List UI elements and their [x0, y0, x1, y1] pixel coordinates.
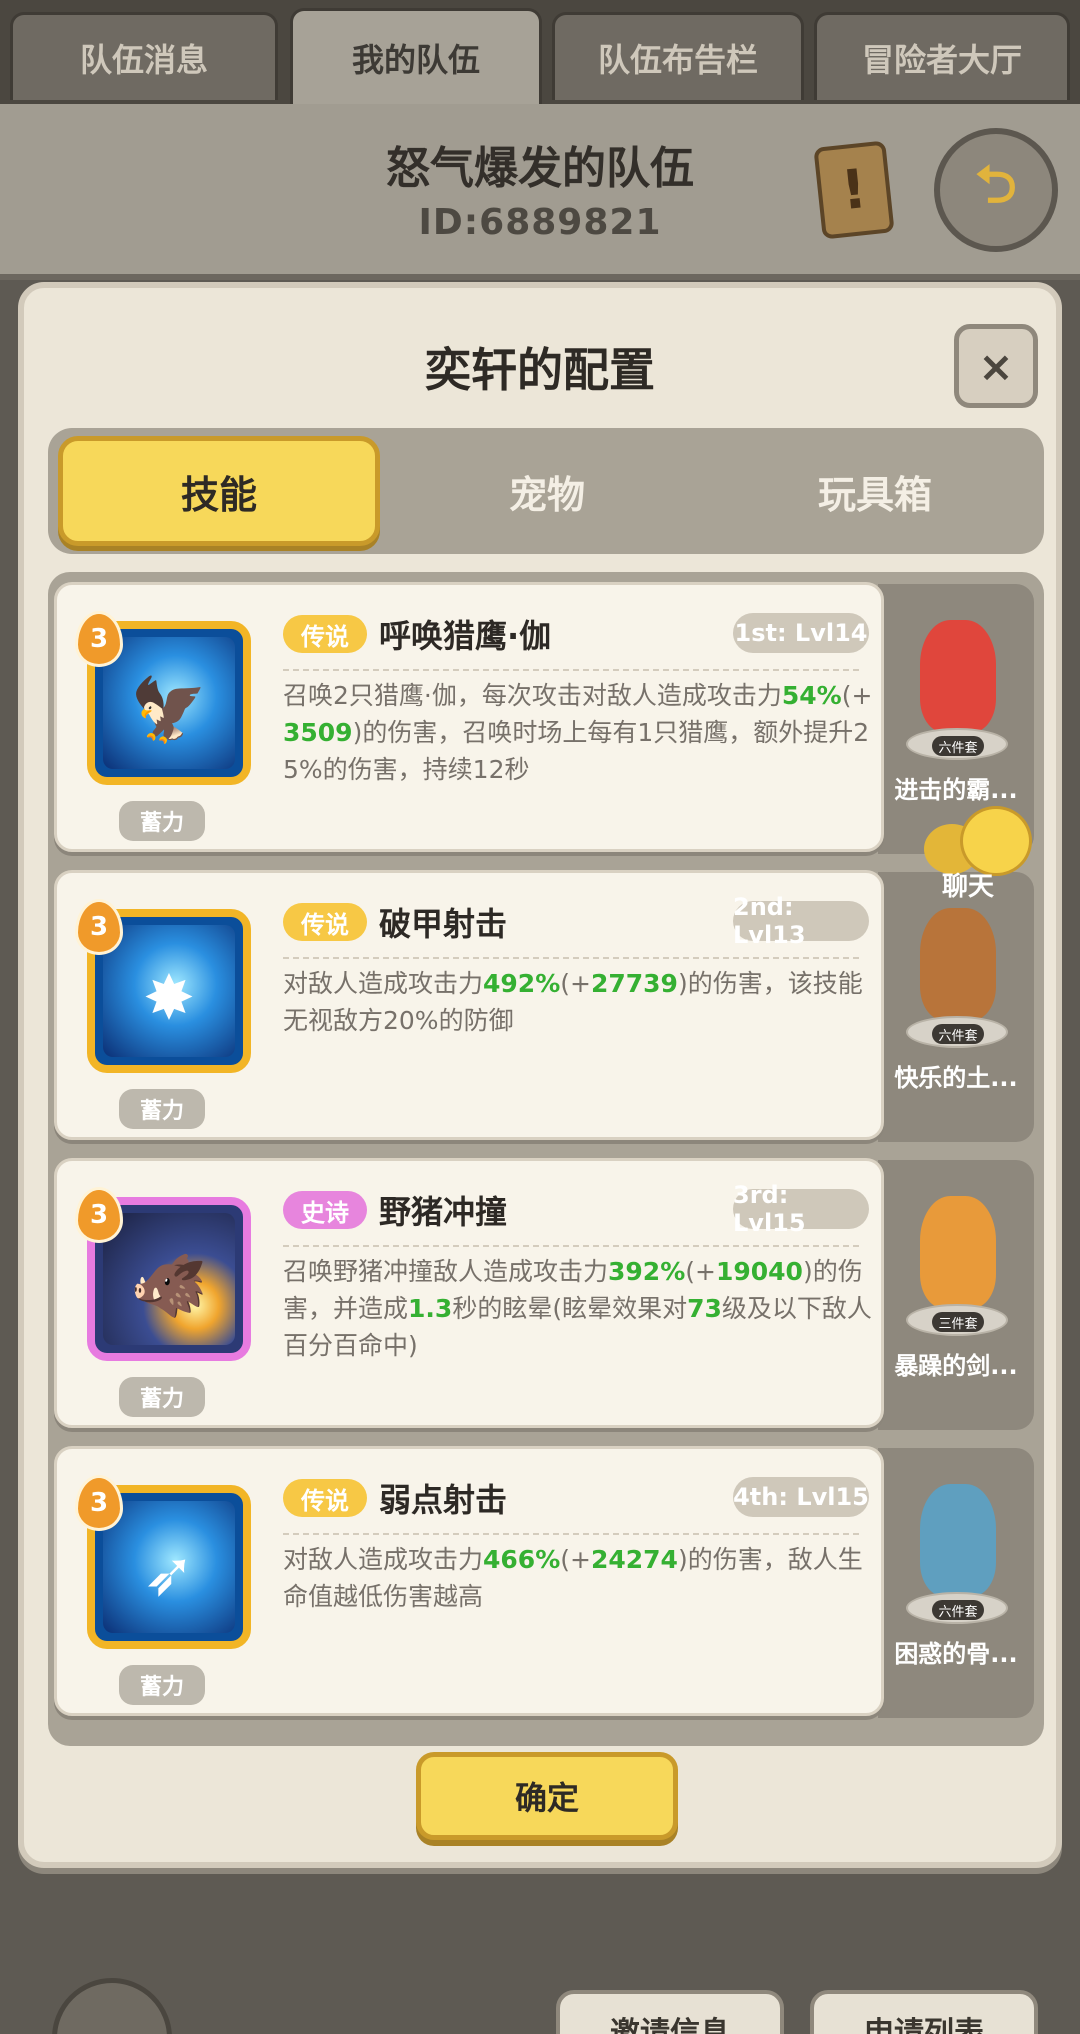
- weak-point-shot-icon: ➶: [143, 1537, 195, 1610]
- notice-scroll-icon[interactable]: [813, 140, 895, 240]
- companion-card[interactable]: 六件套 困惑的骨...: [878, 1448, 1034, 1718]
- set-tag: 三件套: [932, 1312, 984, 1332]
- config-modal: 奕轩的配置 × 技能 宠物 玩具箱 六件套 进击的霸... 🦅 3 蓄力 传说 …: [18, 282, 1062, 1868]
- modal-title: 奕轩的配置: [425, 343, 655, 397]
- skill-description: 对敌人造成攻击力492%(+27739)的伤害，该技能无视敌方20%的防御: [283, 969, 863, 1035]
- companion-figure: 六件套: [902, 898, 1012, 1048]
- boar-icon: 🐗: [130, 1249, 208, 1322]
- config-tabs: 技能 宠物 玩具箱: [48, 428, 1044, 554]
- falcon-icon: 🦅: [130, 673, 208, 746]
- set-tag: 六件套: [932, 1024, 984, 1044]
- chat-label[interactable]: 聊天: [942, 866, 994, 903]
- skill-level-badge: 3: [75, 611, 123, 667]
- skill-name: 破甲射击: [379, 905, 508, 943]
- exit-icon: ⮌: [975, 154, 1017, 215]
- companion-name: 暴躁的剑...: [894, 1352, 1018, 1380]
- tab-toybox[interactable]: 玩具箱: [714, 436, 1036, 546]
- skill-name: 野猪冲撞: [379, 1193, 508, 1231]
- skill-description: 召唤野猪冲撞敌人造成攻击力392%(+19040)的伤害，并造成1.3秒的眩晕(…: [283, 1257, 872, 1360]
- figure-body: [920, 620, 996, 732]
- companion-figure: 六件套: [902, 610, 1012, 760]
- team-name: 怒气爆发的队伍: [386, 143, 694, 194]
- rarity-badge: 传说: [283, 615, 367, 653]
- top-tab-bar: 队伍消息 我的队伍 队伍布告栏 冒险者大厅: [0, 0, 1080, 104]
- rarity-badge: 传说: [283, 903, 367, 941]
- skill-name: 呼唤猎鹰·伽: [379, 617, 552, 655]
- skill-description: 召唤2只猎鹰·伽，每次攻击对敌人造成攻击力54%(+3509)的伤害，召唤时场上…: [283, 681, 873, 784]
- team-header: 怒气爆发的队伍 ID:6889821 ⮌: [0, 104, 1080, 280]
- divider: [283, 957, 859, 959]
- charge-tag: 蓄力: [119, 1089, 205, 1129]
- tab-team-messages[interactable]: 队伍消息: [10, 12, 278, 100]
- team-id: ID:6889821: [418, 202, 662, 243]
- skill-card[interactable]: ➶ 3 蓄力 传说 弱点射击 4th: Lvl15 对敌人造成攻击力466%(+…: [54, 1446, 884, 1716]
- companion-name: 快乐的土...: [894, 1064, 1018, 1092]
- slot-level: 3rd: Lvl15: [733, 1181, 869, 1237]
- skill-card[interactable]: 🦅 3 蓄力 传说 呼唤猎鹰·伽 1st: Lvl14 召唤2只猎鹰·伽，每次攻…: [54, 582, 884, 852]
- tab-skills[interactable]: 技能: [58, 436, 380, 546]
- close-button[interactable]: ×: [954, 324, 1038, 408]
- divider: [283, 669, 859, 671]
- set-tag: 六件套: [932, 1600, 984, 1620]
- companion-name: 困惑的骨...: [894, 1640, 1018, 1668]
- set-tag: 六件套: [932, 736, 984, 756]
- skill-level-badge: 3: [75, 1475, 123, 1531]
- rarity-badge: 史诗: [283, 1191, 367, 1229]
- figure-body: [920, 1484, 996, 1596]
- slot-level: 1st: Lvl14: [733, 613, 869, 653]
- tab-my-team[interactable]: 我的队伍: [290, 8, 542, 104]
- charge-tag: 蓄力: [119, 1377, 205, 1417]
- figure-body: [920, 908, 996, 1020]
- tab-adventurer-hall[interactable]: 冒险者大厅: [814, 12, 1070, 100]
- confirm-button[interactable]: 确定: [416, 1752, 678, 1840]
- divider: [283, 1245, 859, 1247]
- divider: [283, 1533, 859, 1535]
- companion-card[interactable]: 三件套 暴躁的剑...: [878, 1160, 1034, 1430]
- slot-level: 4th: Lvl15: [733, 1477, 869, 1517]
- tab-team-board[interactable]: 队伍布告栏: [552, 12, 804, 100]
- slot-level: 2nd: Lvl13: [733, 893, 869, 949]
- companion-card[interactable]: 六件套 快乐的土...: [878, 872, 1034, 1142]
- skill-card[interactable]: ✸ 3 蓄力 传说 破甲射击 2nd: Lvl13 对敌人造成攻击力492%(+…: [54, 870, 884, 1140]
- invite-info-button[interactable]: 邀请信息: [556, 1990, 784, 2034]
- skill-name: 弱点射击: [379, 1481, 508, 1519]
- companion-figure: 三件套: [902, 1186, 1012, 1336]
- companion-figure: 六件套: [902, 1474, 1012, 1624]
- charge-tag: 蓄力: [119, 1665, 205, 1705]
- figure-body: [920, 1196, 996, 1308]
- skill-level-badge: 3: [75, 1187, 123, 1243]
- skill-card[interactable]: 🐗 3 蓄力 史诗 野猪冲撞 3rd: Lvl15 召唤野猪冲撞敌人造成攻击力3…: [54, 1158, 884, 1428]
- rarity-badge: 传说: [283, 1479, 367, 1517]
- exit-team-button[interactable]: ⮌: [934, 128, 1058, 252]
- application-list-button[interactable]: 申请列表: [810, 1990, 1038, 2034]
- skill-level-badge: 3: [75, 899, 123, 955]
- skill-description: 对敌人造成攻击力466%(+24274)的伤害，敌人生命值越低伤害越高: [283, 1545, 863, 1611]
- companion-name: 进击的霸...: [894, 776, 1018, 804]
- skill-list: 六件套 进击的霸... 🦅 3 蓄力 传说 呼唤猎鹰·伽 1st: Lvl14 …: [48, 572, 1044, 1746]
- back-button[interactable]: [52, 1978, 172, 2034]
- charge-tag: 蓄力: [119, 801, 205, 841]
- armor-break-icon: ✸: [143, 961, 195, 1034]
- tab-pets[interactable]: 宠物: [386, 436, 708, 546]
